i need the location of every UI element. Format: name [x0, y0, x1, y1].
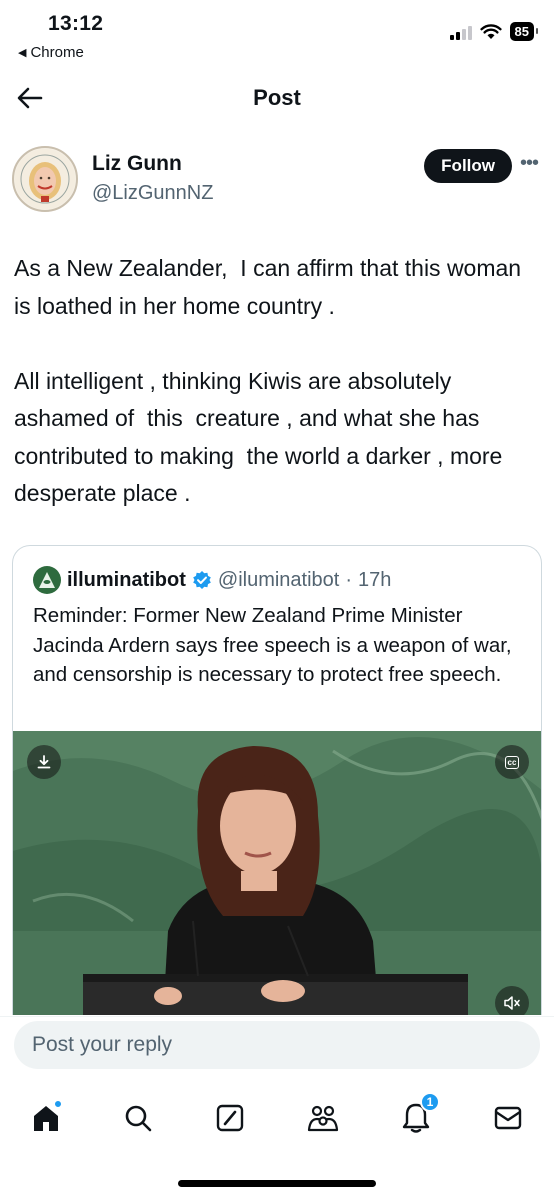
more-options-icon[interactable]: •••: [516, 152, 542, 180]
quoted-avatar: [33, 566, 61, 594]
nav-home[interactable]: [26, 1098, 66, 1138]
download-icon: [37, 755, 51, 769]
download-button[interactable]: [27, 745, 61, 779]
author-name[interactable]: Liz Gunn: [92, 152, 182, 176]
page-title: Post: [253, 85, 301, 110]
communities-icon: [307, 1105, 339, 1132]
avatar-image: [15, 149, 75, 209]
home-update-dot: [54, 1100, 62, 1108]
home-indicator[interactable]: [178, 1180, 376, 1187]
quoted-author-name: illuminatibot: [67, 568, 186, 591]
nav-messages[interactable]: [488, 1098, 528, 1138]
search-icon: [125, 1105, 152, 1132]
mute-button[interactable]: [495, 986, 529, 1015]
follow-button[interactable]: Follow: [424, 149, 512, 183]
status-bar: 13:12 ◀ Chrome 85: [0, 0, 554, 70]
nav-search[interactable]: [118, 1098, 158, 1138]
avatar[interactable]: [12, 146, 78, 212]
nav-grok[interactable]: [210, 1098, 250, 1138]
battery-icon: 85: [509, 22, 539, 41]
post-header: Post: [0, 76, 554, 120]
grok-icon: [216, 1104, 244, 1132]
quoted-separator: ·: [345, 568, 353, 591]
quoted-post-text: Reminder: Former New Zealand Prime Minis…: [33, 604, 512, 686]
bottom-nav: 1: [0, 1090, 554, 1150]
post-text: As a New Zealander, I can affirm that th…: [14, 255, 522, 506]
status-indicators: 85: [449, 22, 539, 41]
wifi-icon: [479, 23, 502, 39]
video-frame: [13, 731, 541, 1015]
author-row: Liz Gunn @LizGunnNZ Follow •••: [12, 146, 542, 216]
pyramid-eye-icon: [39, 572, 55, 588]
reply-bar: [0, 1016, 554, 1086]
quoted-author-handle: @iluminatibot: [217, 568, 340, 591]
nav-notifications[interactable]: 1: [396, 1092, 440, 1138]
video-player[interactable]: cc: [13, 731, 541, 1015]
back-app-label: Chrome: [30, 44, 84, 61]
quoted-post-header: illuminatibot @iluminatibot · 17h: [33, 566, 391, 594]
quoted-timestamp: 17h: [358, 568, 392, 591]
author-handle[interactable]: @LizGunnNZ: [92, 182, 213, 205]
back-triangle-icon: ◀: [18, 47, 27, 59]
status-time: 13:12: [48, 12, 104, 35]
captions-icon: cc: [504, 755, 520, 769]
captions-button[interactable]: cc: [495, 745, 529, 779]
verified-badge-icon: [193, 571, 211, 589]
speaker-muted-icon: [504, 996, 520, 1010]
nav-communities[interactable]: [303, 1098, 343, 1138]
quoted-post[interactable]: illuminatibot @iluminatibot · 17h Remind…: [12, 545, 542, 1015]
cellular-signal-icon: [449, 24, 472, 40]
reply-input[interactable]: [14, 1021, 540, 1069]
back-to-app-link[interactable]: ◀ Chrome: [18, 44, 84, 61]
envelope-icon: [494, 1106, 522, 1130]
notifications-badge: 1: [420, 1092, 440, 1112]
